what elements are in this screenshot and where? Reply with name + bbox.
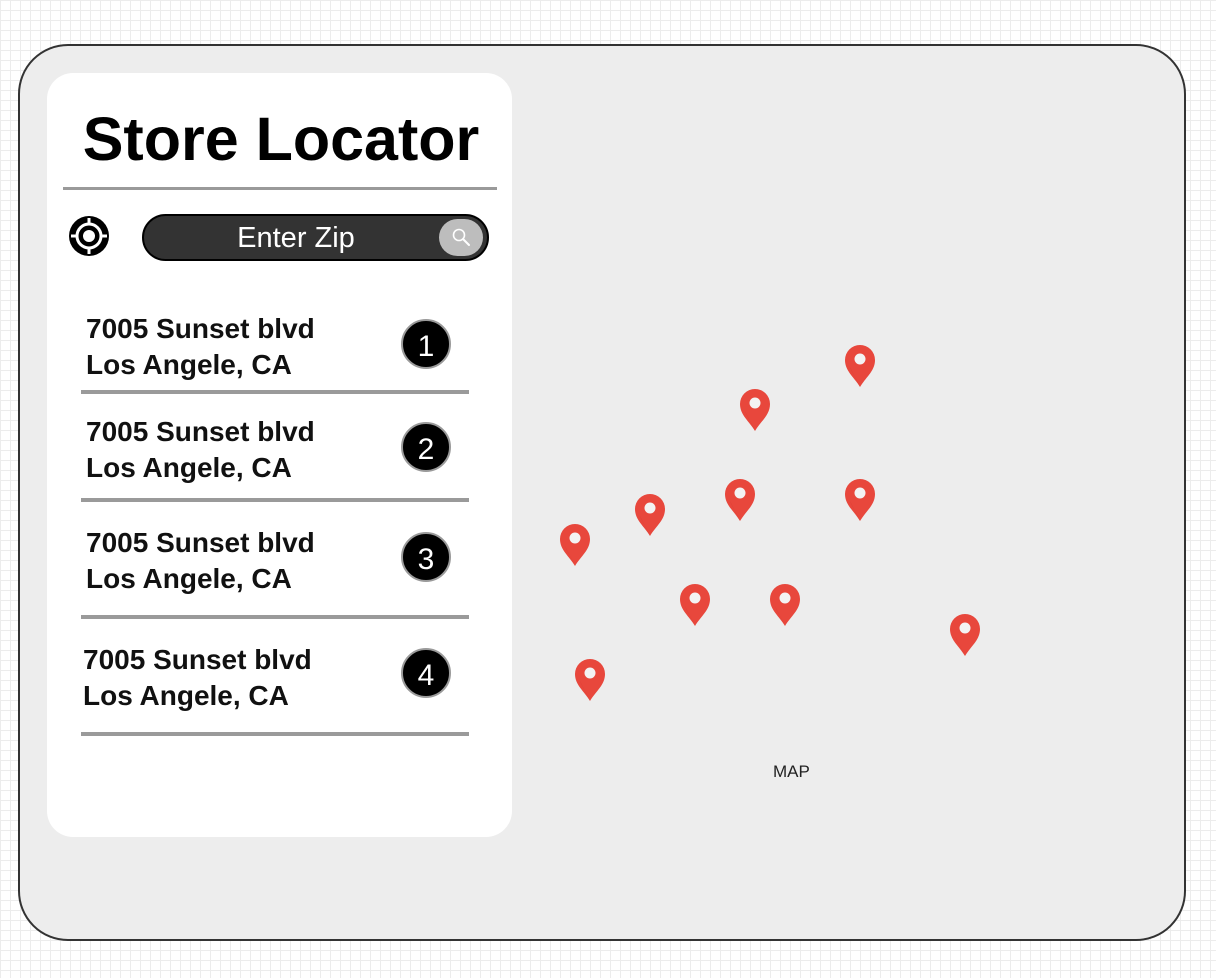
- store-address: 7005 Sunset blvd Los Angele, CA: [83, 642, 312, 714]
- page-title: Store Locator: [82, 105, 480, 173]
- store-city: Los Angele, CA: [86, 452, 292, 483]
- store-street: 7005 Sunset blvd: [86, 416, 315, 447]
- store-number-badge: 2: [401, 422, 451, 472]
- store-city: Los Angele, CA: [83, 680, 289, 711]
- store-street: 7005 Sunset blvd: [83, 644, 312, 675]
- zip-input[interactable]: [144, 216, 448, 261]
- crosshair-target-icon[interactable]: [68, 215, 110, 257]
- store-divider: [81, 732, 469, 736]
- store-address: 7005 Sunset blvd Los Angele, CA: [86, 525, 315, 597]
- store-address: 7005 Sunset blvd Los Angele, CA: [86, 414, 315, 486]
- store-number-badge: 3: [401, 532, 451, 582]
- store-street: 7005 Sunset blvd: [86, 527, 315, 558]
- title-divider: [63, 187, 497, 190]
- zip-search-bar: [142, 214, 489, 261]
- store-number: 2: [417, 433, 435, 466]
- map-label: MAP: [773, 762, 810, 781]
- search-button[interactable]: [439, 219, 483, 256]
- search-icon: [452, 228, 470, 246]
- store-city: Los Angele, CA: [86, 563, 292, 594]
- store-city: Los Angele, CA: [86, 349, 292, 380]
- store-divider: [81, 498, 469, 502]
- store-number-badge: 1: [401, 319, 451, 369]
- store-number-badge: 4: [401, 648, 451, 698]
- store-number: 1: [417, 330, 435, 363]
- store-address: 7005 Sunset blvd Los Angele, CA: [86, 311, 315, 383]
- store-number: 4: [417, 659, 435, 692]
- store-number: 3: [417, 543, 435, 576]
- store-street: 7005 Sunset blvd: [86, 313, 315, 344]
- store-divider: [81, 390, 469, 394]
- store-divider: [81, 615, 469, 619]
